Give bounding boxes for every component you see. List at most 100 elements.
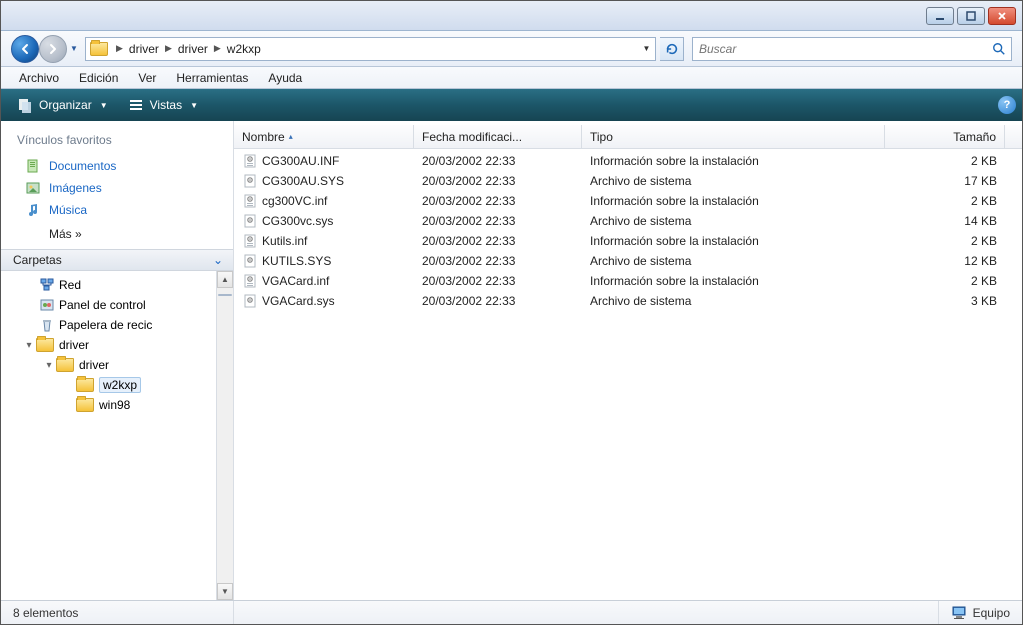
file-type-cell: Información sobre la instalación [582, 154, 885, 168]
menu-ver[interactable]: Ver [128, 69, 166, 87]
tree-item[interactable]: ▾driver [3, 355, 231, 375]
tree-label: win98 [99, 398, 130, 412]
column-date[interactable]: Fecha modificaci... [414, 125, 582, 148]
fav-images[interactable]: Imágenes [17, 177, 227, 199]
caret-down-icon: ▼ [100, 101, 108, 110]
breadcrumb[interactable]: driver [127, 42, 161, 56]
search-box[interactable] [692, 37, 1012, 61]
status-bar: 8 elementos Equipo [1, 600, 1022, 624]
file-date-cell: 20/03/2002 22:33 [414, 214, 582, 228]
expand-icon[interactable] [23, 299, 35, 311]
breadcrumb[interactable]: driver [176, 42, 210, 56]
file-row[interactable]: CG300AU.SYS20/03/2002 22:33Archivo de si… [234, 171, 1022, 191]
expand-icon[interactable] [63, 399, 75, 411]
file-row[interactable]: KUTILS.SYS20/03/2002 22:33Archivo de sis… [234, 251, 1022, 271]
tree-item[interactable]: Panel de control [3, 295, 231, 315]
status-count: 8 elementos [1, 601, 234, 624]
favorites-header: Vínculos favoritos [17, 129, 227, 155]
search-input[interactable] [693, 42, 987, 56]
folder-icon [59, 357, 75, 373]
folder-icon [90, 42, 108, 56]
folder-tree[interactable]: RedPanel de controlPapelera de recic▾dri… [1, 271, 233, 419]
file-date-cell: 20/03/2002 22:33 [414, 174, 582, 188]
scrollbar[interactable]: ▲ ▼ [216, 271, 233, 600]
fav-more[interactable]: Más » [17, 221, 227, 245]
menu-bar: Archivo Edición Ver Herramientas Ayuda [1, 67, 1022, 89]
file-row[interactable]: VGACard.sys20/03/2002 22:33Archivo de si… [234, 291, 1022, 311]
back-button[interactable] [11, 35, 39, 63]
tree-item[interactable]: ▾driver [3, 335, 231, 355]
chevron-right-icon: ▶ [161, 43, 176, 54]
file-size-cell: 3 KB [885, 294, 1005, 308]
minimize-button[interactable] [926, 7, 954, 25]
file-row[interactable]: VGACard.inf20/03/2002 22:33Información s… [234, 271, 1022, 291]
column-type[interactable]: Tipo [582, 125, 885, 148]
file-type-cell: Información sobre la instalación [582, 194, 885, 208]
sys-file-icon [242, 173, 258, 189]
inf-file-icon [242, 233, 258, 249]
menu-herramientas[interactable]: Herramientas [166, 69, 258, 87]
help-button[interactable]: ? [998, 96, 1016, 114]
file-row[interactable]: CG300AU.INF20/03/2002 22:33Información s… [234, 151, 1022, 171]
menu-ayuda[interactable]: Ayuda [258, 69, 312, 87]
folder-icon [39, 337, 55, 353]
search-icon[interactable] [987, 38, 1011, 60]
organize-button[interactable]: Organizar ▼ [7, 93, 118, 117]
chevron-down-icon: ⌄ [213, 253, 223, 267]
refresh-button[interactable] [660, 37, 684, 61]
forward-button[interactable] [39, 35, 67, 63]
fav-documents[interactable]: Documentos [17, 155, 227, 177]
expand-icon[interactable]: ▾ [23, 339, 35, 351]
views-icon [128, 97, 144, 113]
folder-icon [79, 377, 95, 393]
address-bar[interactable]: ▶ driver ▶ driver ▶ w2kxp ▼ [85, 37, 656, 61]
file-type-cell: Información sobre la instalación [582, 274, 885, 288]
file-row[interactable]: CG300vc.sys20/03/2002 22:33Archivo de si… [234, 211, 1022, 231]
scroll-up-button[interactable]: ▲ [217, 271, 233, 288]
maximize-button[interactable] [957, 7, 985, 25]
file-name-cell: KUTILS.SYS [234, 253, 414, 269]
expand-icon[interactable] [23, 319, 35, 331]
file-list[interactable]: CG300AU.INF20/03/2002 22:33Información s… [234, 149, 1022, 600]
tree-item[interactable]: Papelera de recic [3, 315, 231, 335]
caret-down-icon: ▼ [190, 101, 198, 110]
command-bar: Organizar ▼ Vistas ▼ ? [1, 89, 1022, 121]
images-icon [25, 180, 41, 196]
file-date-cell: 20/03/2002 22:33 [414, 234, 582, 248]
scroll-down-button[interactable]: ▼ [217, 583, 233, 600]
scroll-thumb[interactable] [218, 294, 232, 296]
inf-file-icon [242, 193, 258, 209]
file-date-cell: 20/03/2002 22:33 [414, 154, 582, 168]
column-name[interactable]: Nombre▴ [234, 125, 414, 148]
tree-item[interactable]: w2kxp [3, 375, 231, 395]
menu-archivo[interactable]: Archivo [9, 69, 69, 87]
sys-file-icon [242, 213, 258, 229]
column-size[interactable]: Tamaño [885, 125, 1005, 148]
file-row[interactable]: Kutils.inf20/03/2002 22:33Información so… [234, 231, 1022, 251]
sys-file-icon [242, 253, 258, 269]
views-button[interactable]: Vistas ▼ [118, 93, 208, 117]
file-size-cell: 2 KB [885, 274, 1005, 288]
expand-icon[interactable]: ▾ [43, 359, 55, 371]
file-name-cell: VGACard.inf [234, 273, 414, 289]
file-name-cell: Kutils.inf [234, 233, 414, 249]
expand-icon[interactable] [23, 279, 35, 291]
file-size-cell: 12 KB [885, 254, 1005, 268]
file-row[interactable]: cg300VC.inf20/03/2002 22:33Información s… [234, 191, 1022, 211]
documents-icon [25, 158, 41, 174]
menu-edicion[interactable]: Edición [69, 69, 128, 87]
nav-history-dropdown[interactable]: ▼ [67, 35, 81, 63]
file-type-cell: Archivo de sistema [582, 174, 885, 188]
address-dropdown[interactable]: ▼ [637, 38, 655, 60]
breadcrumb[interactable]: w2kxp [225, 42, 263, 56]
tree-item[interactable]: Red [3, 275, 231, 295]
tree-item[interactable]: win98 [3, 395, 231, 415]
file-name-cell: CG300AU.INF [234, 153, 414, 169]
recycle-icon [39, 317, 55, 333]
close-button[interactable] [988, 7, 1016, 25]
navigation-bar: ▼ ▶ driver ▶ driver ▶ w2kxp ▼ [1, 31, 1022, 67]
tree-label: Red [59, 278, 81, 292]
fav-music[interactable]: Música [17, 199, 227, 221]
folders-header[interactable]: Carpetas ⌄ [1, 249, 233, 271]
expand-icon[interactable] [63, 379, 75, 391]
